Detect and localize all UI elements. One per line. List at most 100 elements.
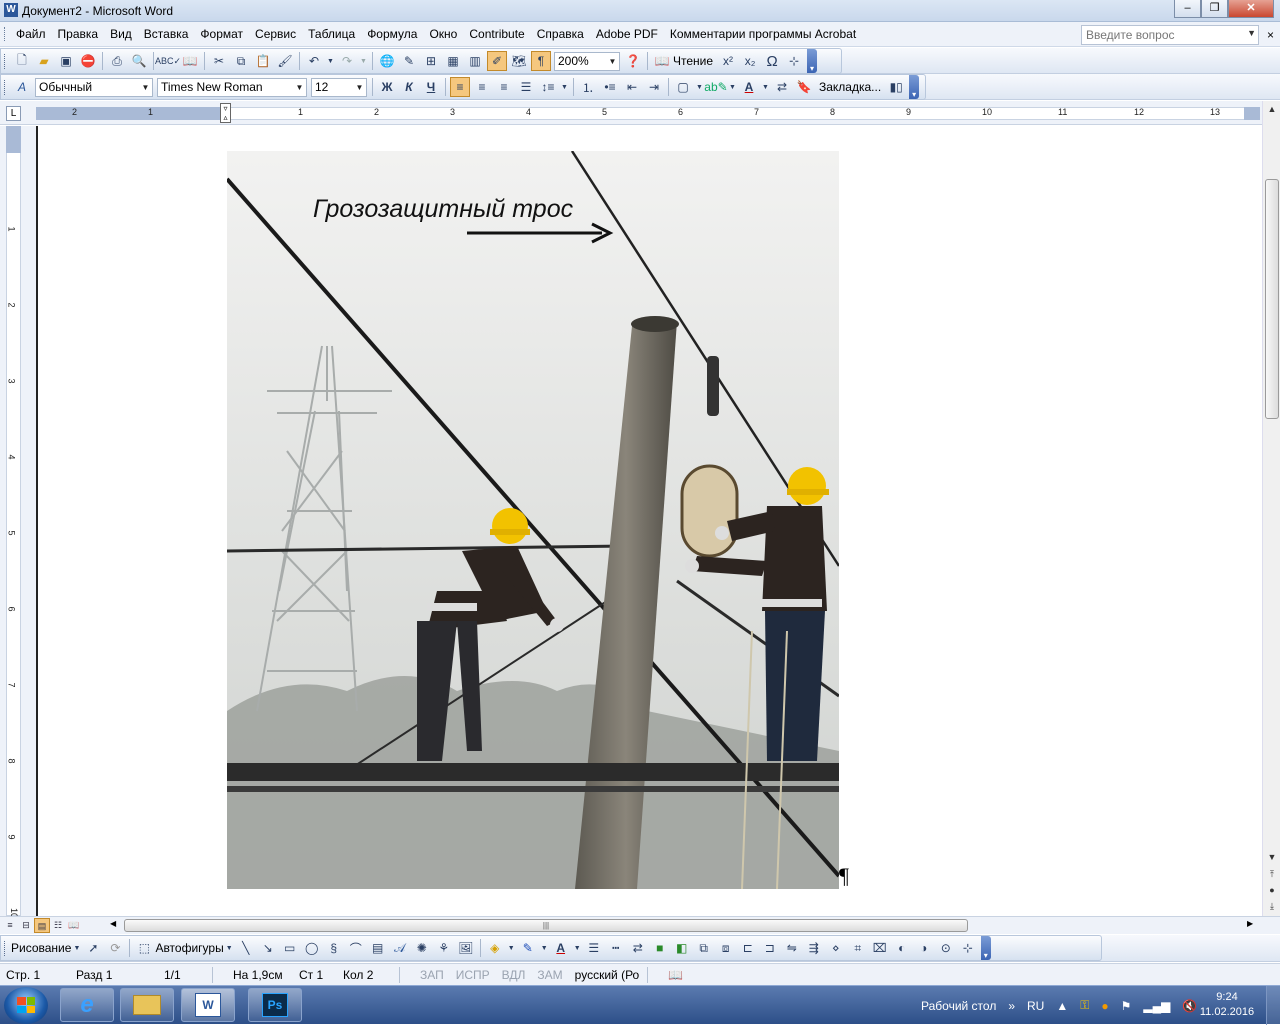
fill-color-icon[interactable]: ◈ [485, 938, 505, 958]
omega-symbol-icon[interactable]: Ω [762, 51, 782, 71]
bullets-icon[interactable]: •≡ [600, 77, 620, 97]
chevron-down-icon[interactable]: ▼ [560, 77, 569, 97]
help-icon[interactable]: ❓ [623, 51, 643, 71]
distribute-icon[interactable]: ⊐ [760, 938, 780, 958]
status-overtype[interactable]: ЗАМ [531, 968, 568, 982]
document-canvas[interactable]: Грозозащитный трос ¶ [36, 126, 1262, 916]
canvas-icon[interactable]: ⬚ [134, 938, 154, 958]
arrow-style-icon[interactable]: ⇄ [628, 938, 648, 958]
scroll-right-arrow[interactable]: ▶ [1247, 919, 1253, 928]
text-direction-icon[interactable]: ⇄ [772, 77, 792, 97]
line-icon[interactable]: ╲ [236, 938, 256, 958]
chevron-down-icon[interactable]: ▼ [225, 938, 234, 958]
chevron-down-icon[interactable]: ▼ [326, 51, 335, 71]
wrap-icon[interactable]: ⌗ [848, 938, 868, 958]
redo-icon[interactable]: ↷ [337, 51, 357, 71]
chevron-down-icon[interactable]: ▼ [607, 54, 618, 69]
bookmark-button[interactable]: Закладка... [819, 80, 881, 94]
vertical-scrollbar[interactable]: ▲ ▼ ⤒ ● ⤓ [1262, 101, 1280, 916]
rotate-icon[interactable]: ⟳ [105, 938, 125, 958]
line-color-icon[interactable]: ✎ [518, 938, 538, 958]
menu-item[interactable]: Contribute [463, 27, 530, 41]
insert-excel-icon[interactable]: ▦ [443, 51, 463, 71]
taskbar-word[interactable]: W [181, 988, 235, 1022]
toolbar-grip[interactable] [4, 27, 7, 41]
chevron-down-icon[interactable]: ▼ [354, 80, 365, 95]
indent-marker[interactable]: ▿ ▵ [220, 103, 231, 123]
close-document-button[interactable]: × [1267, 28, 1274, 42]
read-button[interactable]: Чтение [673, 54, 713, 68]
toolbar-grip[interactable] [4, 941, 7, 956]
print-layout-icon[interactable]: ▤ [34, 918, 50, 933]
permission-icon[interactable]: ⛔ [78, 51, 98, 71]
clipart-icon[interactable]: ⚘ [434, 938, 454, 958]
select-objects-icon[interactable]: ➚ [83, 938, 103, 958]
flip-icon[interactable]: ⇋ [782, 938, 802, 958]
shadow-icon[interactable]: ■ [650, 938, 670, 958]
contrast-icon[interactable]: ◑ [914, 938, 934, 958]
cut-icon[interactable]: ✂ [209, 51, 229, 71]
chevron-down-icon[interactable]: ▼ [359, 51, 368, 71]
select-browse-object-icon[interactable]: ● [1263, 882, 1280, 898]
normal-view-icon[interactable]: ≡ [2, 918, 18, 933]
outline-view-icon[interactable]: ☷ [50, 918, 66, 933]
new-document-icon[interactable]: 🗋 [12, 51, 32, 71]
toolbar-options-button[interactable]: ▾ [980, 936, 991, 960]
maximize-button[interactable]: ❐ [1201, 0, 1228, 18]
arc-icon[interactable]: ⌒ [346, 938, 366, 958]
ask-question-input[interactable]: Введите вопрос ▼ [1081, 25, 1259, 45]
wordart-icon[interactable]: 𝒜 [390, 938, 410, 958]
status-language[interactable]: русский (Ро [569, 968, 646, 982]
toolbar-options-button[interactable]: ▾ [807, 49, 818, 73]
decrease-indent-icon[interactable]: ⇤ [622, 77, 642, 97]
minimize-button[interactable]: – [1174, 0, 1201, 18]
status-extend[interactable]: ВДЛ [496, 968, 532, 982]
chart-icon[interactable]: ▮▯ [886, 77, 906, 97]
rectangle-icon[interactable]: ▭ [280, 938, 300, 958]
bold-button[interactable]: Ж [377, 77, 397, 97]
show-formatting-icon[interactable]: ¶ [531, 51, 551, 71]
toolbar-options-icon[interactable]: ⊹ [958, 938, 978, 958]
menu-item[interactable]: Adobe PDF [590, 27, 664, 41]
text-box-icon[interactable]: ▤ [368, 938, 388, 958]
numbering-icon[interactable]: ⒈ [578, 77, 598, 97]
print-icon[interactable]: ⎙ [107, 51, 127, 71]
dash-style-icon[interactable]: ┅ [606, 938, 626, 958]
font-size-select[interactable]: 12 ▼ [311, 77, 367, 97]
menu-item[interactable]: Вид [104, 27, 138, 41]
web-view-icon[interactable]: ⊟ [18, 918, 34, 933]
menu-item[interactable]: Формат [194, 27, 249, 41]
clock[interactable]: 9:24 11.02.2016 [1195, 990, 1259, 1020]
previous-page-icon[interactable]: ⤒ [1263, 866, 1280, 882]
scroll-down-arrow[interactable]: ▼ [1263, 849, 1280, 865]
scroll-up-arrow[interactable]: ▲ [1263, 101, 1280, 117]
action-center-flag-icon[interactable]: ⚑ [1121, 999, 1132, 1013]
align-right-icon[interactable]: ≡ [494, 77, 514, 97]
menu-item[interactable]: Формула [361, 27, 423, 41]
menu-item[interactable]: Сервис [249, 27, 302, 41]
save-icon[interactable]: ▣ [56, 51, 76, 71]
paste-icon[interactable]: 📋 [253, 51, 273, 71]
oval-icon[interactable]: ◯ [302, 938, 322, 958]
tab-selector[interactable]: L [6, 106, 21, 121]
format-painter-icon[interactable]: 🖌 [275, 51, 295, 71]
menu-item[interactable]: Вставка [138, 27, 195, 41]
menu-item[interactable]: Справка [531, 27, 590, 41]
chevron-down-icon[interactable]: ▼ [573, 938, 582, 958]
chevron-down-icon[interactable]: ▼ [507, 938, 516, 958]
horizontal-ruler[interactable]: L ▿ ▵ 2 1 1 2 3 4 5 6 7 8 9 10 11 12 13 [0, 101, 1280, 125]
document-map-icon[interactable]: 🗺 [509, 51, 529, 71]
style-select[interactable]: Обычный ▼ [35, 77, 153, 97]
freeform-icon[interactable]: § [324, 938, 344, 958]
3d-icon[interactable]: ◧ [672, 938, 692, 958]
font-color-icon[interactable]: A [739, 77, 759, 97]
menu-item[interactable]: Правка [52, 27, 105, 41]
word-app-icon[interactable]: W [4, 3, 18, 17]
styles-icon[interactable]: A [12, 77, 32, 97]
borders-icon[interactable]: ▢ [673, 77, 693, 97]
start-button[interactable] [4, 987, 48, 1024]
desktop-toolbar-label[interactable]: Рабочий стол [921, 999, 996, 1013]
toolbar-grip[interactable] [4, 80, 7, 95]
zoom-select[interactable]: 200% ▼ [554, 51, 620, 71]
reading-view-icon[interactable]: 📖 [66, 918, 82, 933]
